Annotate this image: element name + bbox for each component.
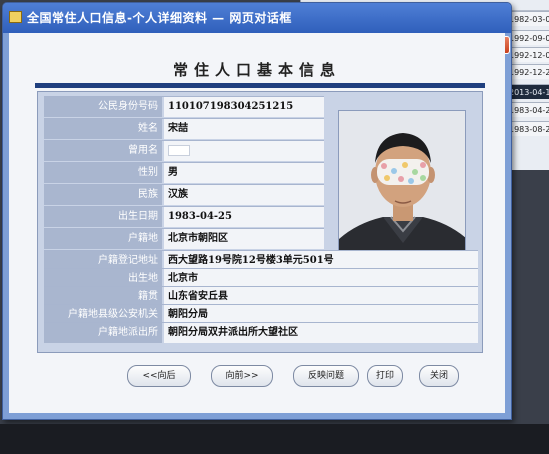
dialog-content: 常住人口基本信息 公民身份号码 110107198304251215 姓名 宋喆… (9, 33, 505, 413)
window-title: 全国常住人口信息-个人详细资料 — 网页对话框 (27, 11, 292, 25)
background-date: 1992-12-2 (507, 64, 549, 79)
field-value: 男 (164, 163, 324, 183)
field-label: 户籍地 (44, 229, 162, 249)
background-date: 1982-03-0 (507, 11, 549, 26)
field-row-id-number: 公民身份号码 110107198304251215 (44, 96, 324, 117)
field-label: 户籍地派出所 (44, 323, 162, 343)
field-value: 朝阳分局双井派出所大望社区 (164, 323, 478, 343)
window-icon (9, 11, 22, 23)
background-date: 2013-04-1 (507, 84, 549, 99)
close-button[interactable]: 关闭 (419, 365, 459, 387)
background-date: 1983-04-2 (507, 102, 549, 117)
field-label: 公民身份号码 (44, 97, 162, 117)
field-label: 性别 (44, 163, 162, 183)
print-button[interactable]: 打印 (367, 365, 403, 387)
previous-record-button[interactable]: <<向后 (127, 365, 191, 387)
monitor-bezel (0, 424, 549, 454)
field-row-name: 姓名 宋喆 (44, 118, 324, 139)
field-value-masked (164, 141, 324, 161)
background-date: 1992-12-0 (507, 47, 549, 62)
field-row-ethnicity: 民族 汉族 (44, 184, 324, 205)
field-label: 民族 (44, 185, 162, 205)
field-label: 曾用名 (44, 141, 162, 161)
portrait-image (339, 111, 465, 257)
field-label: 出生日期 (44, 207, 162, 227)
title-bar[interactable]: 全国常住人口信息-个人详细资料 — 网页对话框 (3, 3, 511, 33)
field-row-police-station: 户籍地派出所 朝阳分局双井派出所大望社区 (44, 322, 478, 343)
field-row-household-location: 户籍地 北京市朝阳区 (44, 228, 324, 249)
page-title: 常住人口基本信息 (172, 61, 341, 79)
field-value: 1983-04-25 (164, 207, 324, 227)
field-label: 姓名 (44, 119, 162, 139)
field-row-birth-date: 出生日期 1983-04-25 (44, 206, 324, 227)
redacted-box (168, 145, 190, 156)
personal-details-dialog: 全国常住人口信息-个人详细资料 — 网页对话框 ? ✕ 常住人口基本信息 公民身… (2, 2, 512, 420)
heading-divider (35, 83, 485, 88)
field-value: 宋喆 (164, 119, 324, 139)
report-issue-button[interactable]: 反映问题 (293, 365, 359, 387)
field-value: 110107198304251215 (164, 97, 324, 117)
field-row-former-name: 曾用名 (44, 140, 324, 161)
background-date: 1983-08-2 (507, 121, 549, 136)
field-value: 北京市朝阳区 (164, 229, 324, 249)
person-photo (338, 110, 466, 258)
field-row-gender: 性别 男 (44, 162, 324, 183)
info-panel: 公民身份号码 110107198304251215 姓名 宋喆 曾用名 性别 男… (37, 91, 483, 353)
field-value: 汉族 (164, 185, 324, 205)
background-date: 1992-09-0 (507, 30, 549, 45)
next-record-button[interactable]: 向前>> (211, 365, 273, 387)
